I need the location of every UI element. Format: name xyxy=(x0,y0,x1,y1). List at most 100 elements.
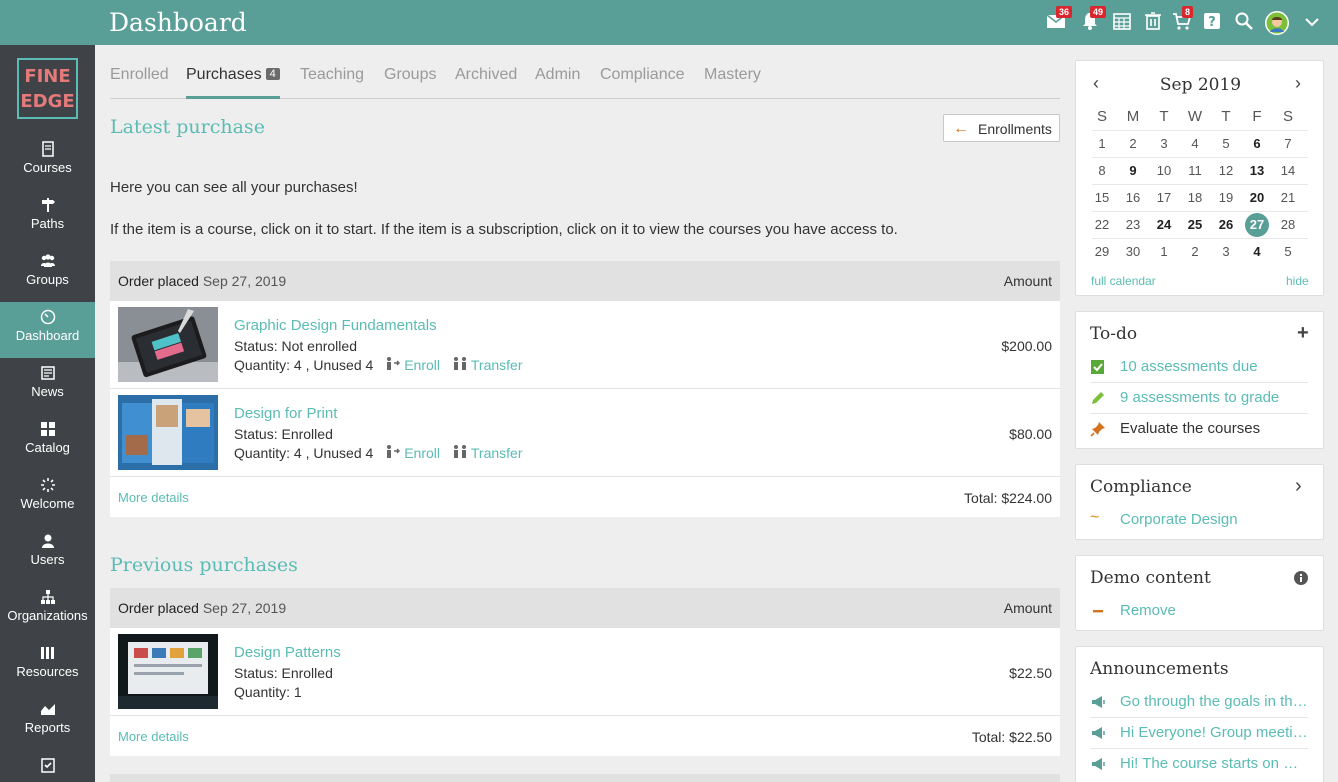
sidebar-item-welcome[interactable]: Welcome xyxy=(0,470,95,526)
tab-enrolled[interactable]: Enrolled xyxy=(110,66,169,84)
course-thumbnail-design-for-print[interactable] xyxy=(118,395,218,470)
sidebar-item-organizations[interactable]: Organizations xyxy=(0,582,95,638)
todo-item[interactable]: 9 assessments to grade xyxy=(1090,383,1308,414)
calendar-day[interactable]: 10 xyxy=(1151,159,1177,183)
tab-admin[interactable]: Admin xyxy=(535,66,580,84)
company-logo[interactable]: FINE EDGE xyxy=(17,58,78,119)
compliance-open-button[interactable]: › xyxy=(1295,475,1302,498)
sidebar-item-paths[interactable]: Paths xyxy=(0,190,95,246)
sidebar-item-courses[interactable]: Courses xyxy=(0,134,95,190)
hide-calendar-link[interactable]: hide xyxy=(1286,274,1309,288)
order-item-row[interactable]: Graphic Design Fundamentals Status: Not … xyxy=(110,301,1060,389)
order-item-row[interactable]: Design Patterns Status: Enrolled Quantit… xyxy=(110,628,1060,716)
tab-purchases[interactable]: Purchases 4 xyxy=(186,66,280,84)
enrollments-button[interactable]: ← Enrollments xyxy=(943,114,1060,142)
tab-compliance[interactable]: Compliance xyxy=(600,66,684,84)
calendar-day[interactable]: 15 xyxy=(1089,186,1115,210)
calendar-day[interactable]: 23 xyxy=(1120,213,1146,237)
calendar-day[interactable]: 8 xyxy=(1089,159,1115,183)
calendar-day[interactable]: 26 xyxy=(1213,213,1239,237)
calendar-day[interactable]: 14 xyxy=(1275,159,1301,183)
tab-archived[interactable]: Archived xyxy=(455,66,517,84)
announcement-item[interactable]: Hi Everyone! Group meeting today xyxy=(1090,718,1308,749)
order-item-row[interactable]: Design for Print Status: Enrolled Quanti… xyxy=(110,389,1060,477)
calendar-day[interactable]: 19 xyxy=(1213,186,1239,210)
cart-button[interactable]: 8 xyxy=(1172,6,1194,33)
course-thumbnail-graphic-design[interactable] xyxy=(118,307,218,382)
calendar-day[interactable]: 11 xyxy=(1182,159,1208,183)
messages-button[interactable]: 36 xyxy=(1046,6,1073,33)
product-price: $80.00 xyxy=(1009,426,1052,442)
compliance-item[interactable]: ~ Corporate Design xyxy=(1090,505,1308,536)
trash-button[interactable] xyxy=(1143,11,1165,33)
calendar-day[interactable]: 12 xyxy=(1213,159,1239,183)
sidebar-item-reports[interactable]: Reports xyxy=(0,694,95,750)
more-details-link[interactable]: More details xyxy=(118,729,189,744)
more-details-link[interactable]: More details xyxy=(118,490,189,505)
calendar-day[interactable]: 24 xyxy=(1151,213,1177,237)
calendar-day[interactable]: 16 xyxy=(1120,186,1146,210)
calendar-day[interactable]: 1 xyxy=(1089,132,1115,156)
calendar-day[interactable]: 18 xyxy=(1182,186,1208,210)
calendar-day[interactable]: 3 xyxy=(1151,132,1177,156)
calendar-button[interactable] xyxy=(1112,11,1134,33)
calendar-day[interactable]: 30 xyxy=(1120,240,1146,264)
todo-item[interactable]: 10 assessments due xyxy=(1090,352,1308,383)
sidebar-item-news[interactable]: News xyxy=(0,358,95,414)
announcement-item[interactable]: Hi! The course starts on Monday xyxy=(1090,749,1308,780)
sidebar-item-users[interactable]: Users xyxy=(0,526,95,582)
transfer-link[interactable]: Transfer xyxy=(452,445,523,461)
sidebar-item-more[interactable] xyxy=(0,750,95,782)
calendar-day[interactable]: 27 xyxy=(1245,213,1269,237)
calendar-day[interactable]: 13 xyxy=(1244,159,1270,183)
product-name-link[interactable]: Design for Print xyxy=(234,405,337,422)
transfer-link[interactable]: Transfer xyxy=(452,357,523,373)
product-name-link[interactable]: Design Patterns xyxy=(234,644,341,661)
search-button[interactable] xyxy=(1234,11,1256,33)
active-tab-indicator xyxy=(186,96,280,99)
add-todo-button[interactable]: + xyxy=(1297,322,1309,345)
announcement-item[interactable]: Go through the goals in the course xyxy=(1090,687,1308,718)
calendar-day[interactable]: 7 xyxy=(1275,132,1301,156)
calendar-day[interactable]: 6 xyxy=(1244,132,1270,156)
calendar-day[interactable]: 2 xyxy=(1120,132,1146,156)
sidebar-item-label: Organizations xyxy=(7,608,88,623)
calendar-day[interactable]: 3 xyxy=(1213,240,1239,264)
calendar-day[interactable]: 2 xyxy=(1182,240,1208,264)
tab-groups[interactable]: Groups xyxy=(384,66,436,84)
sidebar-item-catalog[interactable]: Catalog xyxy=(0,414,95,470)
sidebar-item-dashboard[interactable]: Dashboard xyxy=(0,302,95,358)
calendar-day[interactable]: 21 xyxy=(1275,186,1301,210)
calendar-day[interactable]: 22 xyxy=(1089,213,1115,237)
calendar-day[interactable]: 1 xyxy=(1151,240,1177,264)
course-thumbnail-design-patterns[interactable] xyxy=(118,634,218,709)
calendar-day[interactable]: 25 xyxy=(1182,213,1208,237)
sidebar-item-resources[interactable]: Resources xyxy=(0,638,95,694)
calendar-day[interactable]: 29 xyxy=(1089,240,1115,264)
calendar-day[interactable]: 5 xyxy=(1275,240,1301,264)
demo-remove-item[interactable]: Remove xyxy=(1090,596,1308,627)
enroll-link[interactable]: Enroll xyxy=(385,357,440,373)
calendar-next-button[interactable]: › xyxy=(1295,73,1301,94)
product-name-link[interactable]: Graphic Design Fundamentals xyxy=(234,317,437,334)
calendar-day[interactable]: 20 xyxy=(1244,186,1270,210)
account-menu-button[interactable] xyxy=(1302,12,1324,34)
tab-teaching[interactable]: Teaching xyxy=(300,66,364,84)
compliance-panel: Compliance › ~ Corporate Design xyxy=(1075,464,1324,540)
notifications-button[interactable]: 49 xyxy=(1080,6,1107,33)
todo-item[interactable]: Evaluate the courses xyxy=(1090,414,1308,445)
calendar-day[interactable]: 28 xyxy=(1275,213,1301,237)
sidebar-item-groups[interactable]: Groups xyxy=(0,246,95,302)
enroll-link[interactable]: Enroll xyxy=(385,445,440,461)
calendar-day[interactable]: 5 xyxy=(1213,132,1239,156)
calendar-day[interactable]: 9 xyxy=(1120,159,1146,183)
status-value: Enrolled xyxy=(281,426,333,442)
full-calendar-link[interactable]: full calendar xyxy=(1091,274,1156,288)
calendar-day[interactable]: 17 xyxy=(1151,186,1177,210)
tab-mastery[interactable]: Mastery xyxy=(704,66,761,84)
calendar-day[interactable]: 4 xyxy=(1244,240,1270,264)
user-avatar[interactable] xyxy=(1265,11,1289,35)
info-icon[interactable] xyxy=(1294,571,1308,585)
calendar-day[interactable]: 4 xyxy=(1182,132,1208,156)
help-button[interactable]: ? xyxy=(1202,11,1224,33)
